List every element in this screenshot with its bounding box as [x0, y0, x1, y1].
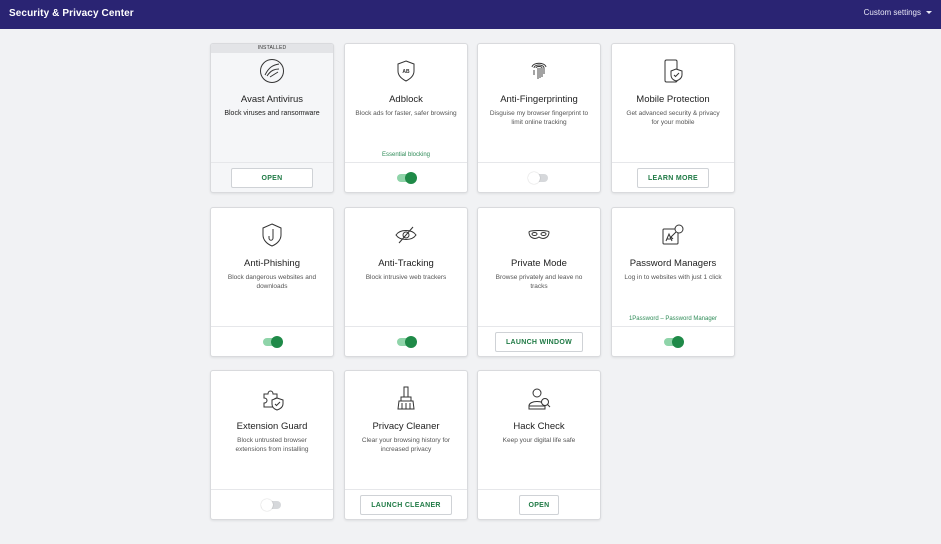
card-note: 1Password – Password Manager — [628, 316, 718, 322]
mask-icon — [526, 222, 552, 248]
open-antivirus-button[interactable]: OPEN — [231, 167, 313, 188]
custom-settings-dropdown[interactable]: Custom settings — [864, 8, 932, 17]
card-title: Anti-Tracking — [378, 258, 434, 269]
antivirus-icon — [259, 58, 285, 84]
card-title: Private Mode — [511, 258, 567, 269]
card-title: Mobile Protection — [636, 94, 710, 105]
card-footer — [211, 326, 333, 356]
anti-tracking-toggle[interactable] — [397, 335, 417, 348]
top-bar: Security & Privacy Center Custom setting… — [0, 0, 941, 29]
card-description: Browse privately and leave no tracks — [495, 274, 583, 290]
card-note: Essential blocking — [381, 152, 431, 158]
password-managers-toggle[interactable] — [664, 335, 684, 348]
card-title: Adblock — [389, 94, 423, 105]
adblock-icon: AB — [393, 58, 419, 84]
card-anti-fingerprinting: Anti-Fingerprinting Disguise my browser … — [477, 43, 601, 193]
card-footer: LAUNCH WINDOW — [478, 326, 600, 356]
card-title: Extension Guard — [236, 421, 308, 432]
card-description: Block viruses and ransomware — [224, 110, 320, 117]
card-anti-tracking: Anti-Tracking Block intrusive web tracke… — [344, 207, 468, 357]
card-description: Block untrusted browser extensions from … — [235, 437, 309, 453]
card-description: Disguise my browser fingerprint to limit… — [489, 110, 589, 126]
fingerprint-icon — [526, 58, 552, 84]
custom-settings-label: Custom settings — [863, 8, 921, 17]
mobile-shield-icon — [660, 58, 686, 84]
card-description: Block dangerous websites and downloads — [227, 274, 317, 290]
card-anti-phishing: Anti-Phishing Block dangerous websites a… — [210, 207, 334, 357]
card-title: Hack Check — [513, 421, 565, 432]
card-private-mode: Private Mode Browse privately and leave … — [477, 207, 601, 357]
card-footer: OPEN — [211, 162, 333, 192]
card-footer — [478, 162, 600, 192]
adblock-toggle[interactable] — [397, 171, 417, 184]
card-description: Clear your browsing history for increase… — [361, 437, 451, 453]
hack-check-icon — [526, 385, 552, 411]
card-footer — [345, 162, 467, 192]
card-adblock: AB Adblock Block ads for faster, safer b… — [344, 43, 468, 193]
card-title: Avast Antivirus — [240, 94, 304, 105]
card-privacy-cleaner: Privacy Cleaner Clear your browsing hist… — [344, 370, 468, 520]
eye-off-icon — [393, 222, 419, 248]
card-footer — [345, 326, 467, 356]
card-footer: LAUNCH CLEANER — [345, 489, 467, 519]
launch-cleaner-button[interactable]: LAUNCH CLEANER — [360, 494, 452, 515]
card-title: Anti-Fingerprinting — [500, 94, 578, 105]
card-footer — [612, 326, 734, 356]
card-hack-check: Hack Check Keep your digital life safe O… — [477, 370, 601, 520]
phishing-hook-icon — [259, 222, 285, 248]
installed-badge: INSTALLED — [211, 44, 333, 53]
card-extension-guard: Extension Guard Block untrusted browser … — [210, 370, 334, 520]
svg-text:AB: AB — [402, 69, 410, 75]
extension-shield-icon — [259, 385, 285, 411]
card-avast-antivirus: INSTALLED Avast Antivirus Block viruses … — [210, 43, 334, 193]
anti-phishing-toggle[interactable] — [263, 335, 283, 348]
anti-fingerprinting-toggle[interactable] — [528, 171, 548, 184]
card-description: Keep your digital life safe — [502, 437, 576, 444]
card-description: Log in to websites with just 1 click — [624, 274, 722, 281]
broom-icon — [393, 385, 419, 411]
chevron-down-icon — [926, 11, 932, 14]
card-footer: LEARN MORE — [612, 162, 734, 192]
card-description: Get advanced security & privacy for your… — [626, 110, 720, 126]
card-title: Password Managers — [629, 258, 717, 269]
learn-more-button[interactable]: LEARN MORE — [636, 167, 710, 188]
card-mobile-protection: Mobile Protection Get advanced security … — [611, 43, 735, 193]
app-title: Security & Privacy Center — [9, 8, 134, 19]
card-description: Block ads for faster, safer browsing — [355, 110, 457, 117]
card-title: Anti-Phishing — [244, 258, 300, 269]
card-footer — [211, 489, 333, 519]
card-description: Block intrusive web trackers — [365, 274, 447, 281]
card-title: Privacy Cleaner — [372, 421, 440, 432]
extension-guard-toggle[interactable] — [261, 498, 281, 511]
card-password-managers: Password Managers Log in to websites wit… — [611, 207, 735, 357]
card-footer: OPEN — [478, 489, 600, 519]
launch-window-button[interactable]: LAUNCH WINDOW — [494, 331, 584, 352]
open-hack-check-button[interactable]: OPEN — [519, 494, 559, 515]
password-key-icon — [660, 222, 686, 248]
